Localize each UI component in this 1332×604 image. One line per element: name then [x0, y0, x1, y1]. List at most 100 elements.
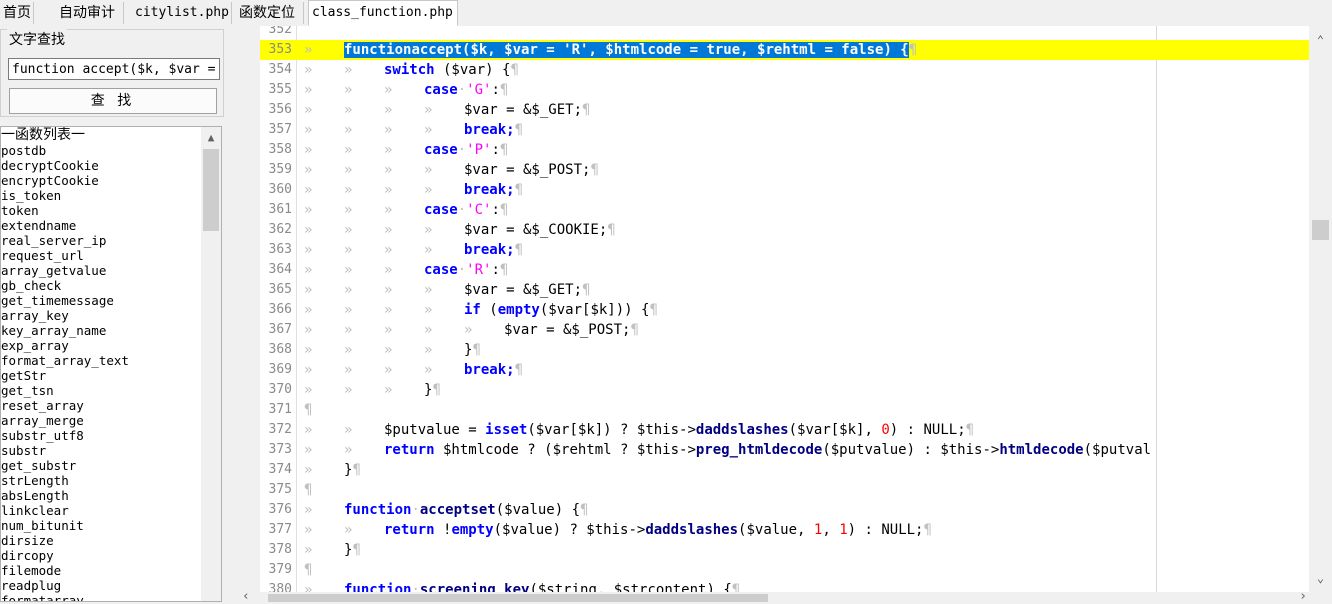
code-line[interactable]: 366 »»»» if (empty($var[$k])) {¶ [260, 300, 1309, 320]
function-list-item[interactable]: array_merge [1, 413, 199, 428]
code-text: » function·acceptset($value) {¶ [304, 502, 589, 518]
function-list-item[interactable]: is_token [1, 188, 199, 203]
text-search-group: 文字查找 查 找 [0, 29, 224, 117]
function-list-item[interactable]: getStr [1, 368, 199, 383]
function-list-item[interactable]: token [1, 203, 199, 218]
code-line[interactable]: 355 »»» case·'G':¶ [260, 80, 1309, 100]
scroll-thumb[interactable] [268, 594, 768, 602]
function-list-item[interactable]: substr_utf8 [1, 428, 199, 443]
code-text: »»»» $var = &$_POST;¶ [304, 162, 599, 178]
function-list-item[interactable]: readplug [1, 578, 199, 593]
function-list-item[interactable]: formatarray [1, 593, 199, 601]
function-list-item[interactable]: exp_array [1, 338, 199, 353]
line-number: 369 [268, 362, 292, 377]
function-list-item[interactable]: get_substr [1, 458, 199, 473]
code-line[interactable]: 352 [260, 26, 1309, 40]
code-text: »»»»» $var = &$_POST;¶ [304, 322, 639, 338]
search-input[interactable] [8, 58, 220, 80]
code-line[interactable]: 372 »» $putvalue = isset($var[$k]) ? $this… [260, 420, 1309, 440]
function-list-item[interactable]: decryptCookie [1, 158, 199, 173]
code-line[interactable]: 358 »»» case·'P':¶ [260, 140, 1309, 160]
function-list-item[interactable]: num_bitunit [1, 518, 199, 533]
tab-class-function[interactable]: class_function.php [308, 0, 458, 26]
code-line[interactable]: 365 »»»» $var = &$_GET;¶ [260, 280, 1309, 300]
code-text: »»»» $var = &$_GET;¶ [304, 282, 591, 298]
code-line[interactable]: 369 »»»» break;¶ [260, 360, 1309, 380]
editor-horizontal-scrollbar[interactable]: ‹ › [228, 589, 1332, 604]
code-text: »»»}¶ [304, 382, 441, 398]
code-line[interactable]: 361 »»» case·'C':¶ [260, 200, 1309, 220]
left-panel: 文字查找 查 找 一函数列表一 postdbdecryptCookieencry… [0, 26, 228, 602]
line-number: 374 [268, 462, 292, 477]
function-list-item[interactable]: format_array_text [1, 353, 199, 368]
code-line[interactable]: 377 »» return !empty($value) ? $this->dadd… [260, 520, 1309, 540]
code-text: »»» case·'P':¶ [304, 142, 509, 158]
code-line[interactable]: 359 »»»» $var = &$_POST;¶ [260, 160, 1309, 180]
code-line[interactable]: 354 »» switch ($var) {¶ [260, 60, 1309, 80]
code-line[interactable]: 370 »»»}¶ [260, 380, 1309, 400]
function-list-item[interactable]: substr [1, 443, 199, 458]
line-number: 376 [268, 502, 292, 517]
function-list-item[interactable]: extendname [1, 218, 199, 233]
function-list-item[interactable]: strLength [1, 473, 199, 488]
function-list-item[interactable]: dircopy [1, 548, 199, 563]
scroll-down-icon[interactable]: ⌄ [1309, 568, 1332, 588]
code-line[interactable]: 357 »»»» break;¶ [260, 120, 1309, 140]
scroll-up-icon[interactable]: ⌃ [1309, 30, 1332, 50]
line-number: 361 [268, 202, 292, 217]
function-list-item[interactable]: encryptCookie [1, 173, 199, 188]
code-line[interactable]: 356 »»»» $var = &$_GET;¶ [260, 100, 1309, 120]
function-list-item[interactable]: postdb [1, 143, 199, 158]
function-list-item[interactable]: request_url [1, 248, 199, 263]
function-list-item[interactable]: reset_array [1, 398, 199, 413]
line-number: 373 [268, 442, 292, 457]
function-list-item[interactable]: absLength [1, 488, 199, 503]
code-line[interactable]: 378 »}¶ [260, 540, 1309, 560]
function-list-item[interactable]: dirsize [1, 533, 199, 548]
editor-vertical-scrollbar[interactable]: ⌃ ⌄ [1309, 26, 1332, 592]
code-line[interactable]: 353 » functionaccept($k, $var = 'R', $html… [260, 40, 1309, 60]
scroll-up-icon[interactable]: ▲ [201, 129, 221, 147]
function-list-item[interactable]: get_timemessage [1, 293, 199, 308]
code-line[interactable]: 364 »»» case·'R':¶ [260, 260, 1309, 280]
line-number: 365 [268, 282, 292, 297]
function-list-item[interactable]: linkclear [1, 503, 199, 518]
function-list-item[interactable]: array_getvalue [1, 263, 199, 278]
function-list-item[interactable]: array_key [1, 308, 199, 323]
code-text: »»» case·'R':¶ [304, 262, 509, 278]
function-list-scrollbar[interactable]: ▲ [201, 127, 221, 601]
code-line[interactable]: 380 » function·screening_key($string, $str… [260, 580, 1309, 592]
code-text: » function·screening_key($string, $strcon… [304, 582, 741, 592]
code-line[interactable]: 367 »»»»» $var = &$_POST;¶ [260, 320, 1309, 340]
tab-home[interactable]: 首页 [0, 2, 34, 24]
scroll-thumb[interactable] [203, 149, 219, 231]
tab-function-locate[interactable]: 函数定位 [236, 2, 304, 24]
code-line[interactable]: 362 »»»» $var = &$_COOKIE;¶ [260, 220, 1309, 240]
code-line[interactable]: 373 »» return $htmlcode ? ($rehtml ? $this… [260, 440, 1309, 460]
function-list-item[interactable]: real_server_ip [1, 233, 199, 248]
function-list-item[interactable]: get_tsn [1, 383, 199, 398]
code-line[interactable]: 360 »»»» break;¶ [260, 180, 1309, 200]
code-line[interactable]: 376 » function·acceptset($value) {¶ [260, 500, 1309, 520]
code-text: »}¶ [304, 542, 361, 558]
code-line[interactable]: 363 »»»» break;¶ [260, 240, 1309, 260]
tab-auto-audit[interactable]: 自动审计 [56, 2, 124, 24]
tab-citylist[interactable]: citylist.php [132, 2, 232, 24]
code-line[interactable]: 368 »»»»}¶ [260, 340, 1309, 360]
function-list-item[interactable]: gb_check [1, 278, 199, 293]
code-text: ¶ [304, 402, 313, 418]
line-number: 358 [268, 142, 292, 157]
search-button[interactable]: 查 找 [9, 88, 217, 114]
code-line[interactable]: 374 »}¶ [260, 460, 1309, 480]
editor-text-area[interactable]: 352 353 » functionaccept($k, $var = 'R', $h… [260, 26, 1309, 592]
code-line[interactable]: 371 ¶ [260, 400, 1309, 420]
line-number: 379 [268, 562, 292, 577]
scroll-thumb[interactable] [1312, 220, 1329, 240]
line-number: 364 [268, 262, 292, 277]
code-text: »» return $htmlcode ? ($rehtml ? $this->p… [304, 442, 1152, 458]
function-list-item[interactable]: filemode [1, 563, 199, 578]
code-line[interactable]: 379 ¶ [260, 560, 1309, 580]
line-number: 366 [268, 302, 292, 317]
function-list-item[interactable]: key_array_name [1, 323, 199, 338]
code-line[interactable]: 375 ¶ [260, 480, 1309, 500]
